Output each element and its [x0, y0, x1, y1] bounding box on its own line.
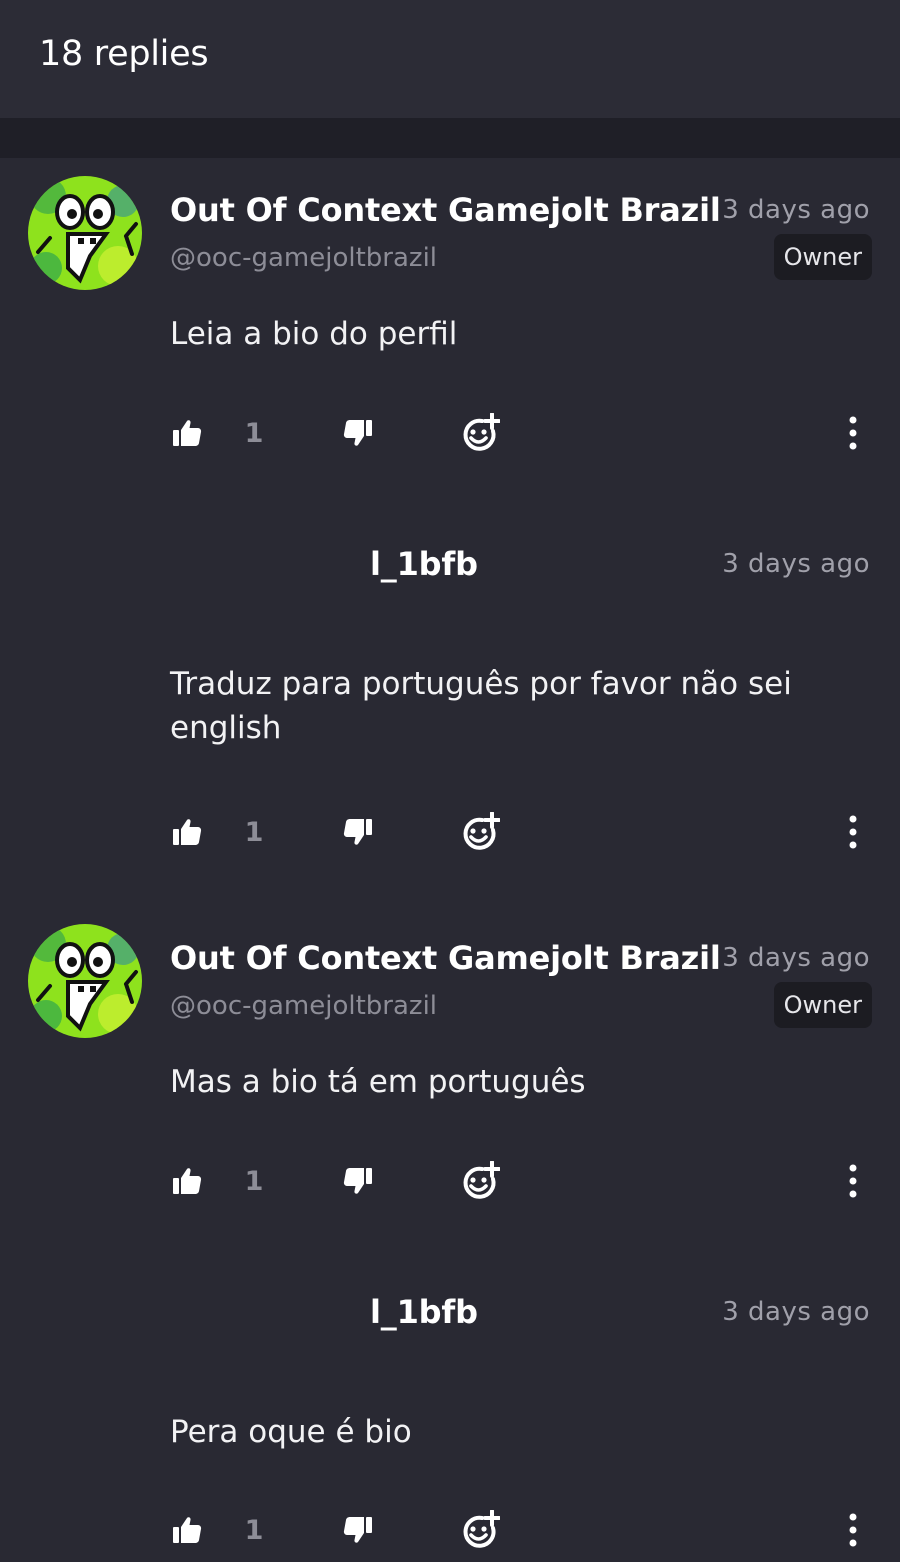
comment-text: Mas a bio tá em português [170, 1064, 586, 1100]
more-vertical-icon [847, 415, 859, 451]
comment-text: Leia a bio do perfil [170, 316, 458, 352]
timestamp[interactable]: 3 days ago [722, 195, 870, 225]
comment-actions: 1 [0, 1151, 900, 1211]
thumbs-down-icon [342, 1165, 374, 1197]
dislike-button[interactable] [336, 1151, 380, 1211]
author-handle[interactable]: @ooc-gamejoltbrazil [170, 243, 437, 273]
more-vertical-icon [847, 1512, 859, 1548]
like-count: 1 [244, 417, 264, 449]
thumbs-up-icon [171, 1514, 203, 1546]
add-reaction-button[interactable] [455, 1500, 505, 1560]
author-name[interactable]: l_1bfb [370, 1293, 478, 1331]
comment-actions: 1 [0, 1500, 900, 1560]
like-button[interactable] [165, 802, 209, 862]
thumbs-up-icon [171, 816, 203, 848]
timestamp[interactable]: 3 days ago [722, 1297, 870, 1327]
dislike-button[interactable] [336, 802, 380, 862]
more-vertical-icon [847, 814, 859, 850]
add-reaction-icon [460, 812, 500, 852]
comment-text: Traduz para português por favor não sei … [170, 666, 792, 746]
author-handle[interactable]: @ooc-gamejoltbrazil [170, 991, 437, 1021]
comment-actions: 1 [0, 802, 900, 862]
avatar-image [28, 924, 142, 1038]
avatar-image [28, 176, 142, 290]
add-reaction-button[interactable] [455, 802, 505, 862]
owner-badge: Owner [773, 234, 872, 280]
page-title: 18 replies [39, 34, 209, 74]
thumbs-down-icon [342, 816, 374, 848]
add-reaction-icon [460, 413, 500, 453]
comment: l_1bfb 3 days ago Traduz para português … [0, 512, 900, 902]
add-reaction-icon [460, 1510, 500, 1550]
add-reaction-icon [460, 1161, 500, 1201]
thumbs-down-icon [342, 417, 374, 449]
like-button[interactable] [165, 1500, 209, 1560]
author-name[interactable]: Out Of Context Gamejolt Brazil [170, 939, 721, 977]
more-options-button[interactable] [835, 1151, 871, 1211]
avatar[interactable] [28, 924, 142, 1038]
like-button[interactable] [165, 403, 209, 463]
dislike-button[interactable] [336, 1500, 380, 1560]
like-count: 1 [244, 1514, 264, 1546]
comment: Out Of Context Gamejolt Brazil @ooc-game… [0, 906, 900, 1236]
like-count: 1 [244, 816, 264, 848]
dislike-button[interactable] [336, 403, 380, 463]
like-button[interactable] [165, 1151, 209, 1211]
comment: l_1bfb 3 days ago Pera oque é bio 1 [0, 1260, 900, 1562]
like-count: 1 [244, 1165, 264, 1197]
owner-badge: Owner [773, 982, 872, 1028]
comment: Out Of Context Gamejolt Brazil @ooc-game… [0, 158, 900, 488]
more-options-button[interactable] [835, 1500, 871, 1560]
add-reaction-button[interactable] [455, 1151, 505, 1211]
thumbs-up-icon [171, 417, 203, 449]
author-name[interactable]: l_1bfb [370, 545, 478, 583]
avatar[interactable] [28, 176, 142, 290]
timestamp[interactable]: 3 days ago [722, 943, 870, 973]
replies-header: 18 replies [0, 0, 900, 118]
more-vertical-icon [847, 1163, 859, 1199]
thumbs-down-icon [342, 1514, 374, 1546]
more-options-button[interactable] [835, 403, 871, 463]
comment-actions: 1 [0, 403, 900, 463]
more-options-button[interactable] [835, 802, 871, 862]
comment-text: Pera oque é bio [170, 1414, 412, 1450]
header-divider [0, 118, 900, 158]
add-reaction-button[interactable] [455, 403, 505, 463]
timestamp[interactable]: 3 days ago [722, 549, 870, 579]
author-name[interactable]: Out Of Context Gamejolt Brazil [170, 191, 721, 229]
thumbs-up-icon [171, 1165, 203, 1197]
